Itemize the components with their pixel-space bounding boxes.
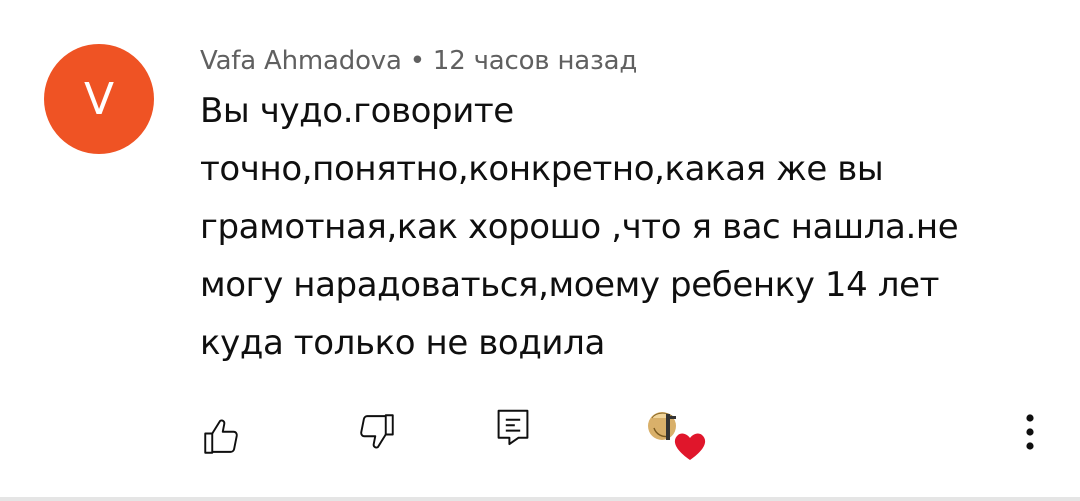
comment-text: Вы чудо.говорите точно,понятно,конкретно… (200, 82, 1020, 372)
reply-button[interactable] (490, 404, 536, 450)
avatar-letter: V (83, 73, 115, 125)
comment-reply-icon (497, 409, 529, 446)
avatar[interactable]: V (44, 44, 154, 154)
comment-line: точно,понятно,конкретно,какая же вы (200, 149, 884, 189)
comment-header: Vafa Ahmadova • 12 часов назад (200, 46, 637, 76)
thumbs-up-icon (204, 419, 238, 454)
author-name[interactable]: Vafa Ahmadova (200, 46, 402, 76)
more-options-button[interactable] (1010, 404, 1050, 460)
creator-heart[interactable] (644, 404, 706, 464)
like-button[interactable] (196, 412, 246, 462)
divider (0, 497, 1080, 501)
comment-line: Вы чудо.говорите (200, 91, 514, 131)
comment-line: грамотная,как хорошо ,что я вас нашла.не (200, 207, 959, 247)
creator-heart-icon (648, 412, 706, 460)
timestamp[interactable]: 12 часов назад (433, 46, 638, 76)
comment-line: куда только не водила (200, 323, 605, 363)
comment-line: могу нарадоваться,моему ребенку 14 лет (200, 265, 940, 305)
dislike-button[interactable] (352, 406, 402, 456)
separator-dot: • (409, 46, 425, 76)
more-vertical-icon (1026, 414, 1034, 450)
comment-actions (0, 400, 1080, 470)
thumbs-down-icon (360, 414, 394, 449)
